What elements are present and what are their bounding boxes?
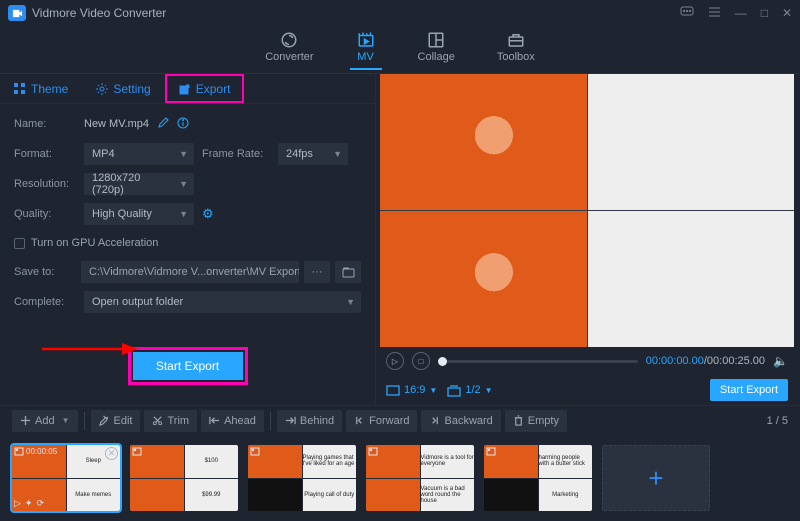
timeline: 00:00:05 ✕ ▷ ✦ ⟳ Sleep Make memes $100 $… xyxy=(0,435,800,521)
chevron-down-icon: ▼ xyxy=(179,149,188,159)
seek-handle[interactable] xyxy=(438,357,447,366)
maximize-button[interactable]: □ xyxy=(761,6,768,21)
nav-collage[interactable]: Collage xyxy=(418,31,455,69)
open-folder-button[interactable] xyxy=(335,261,361,283)
preview-frame-br xyxy=(588,211,795,347)
mini-effects-icon[interactable]: ✦ xyxy=(25,498,33,509)
tab-setting[interactable]: Setting xyxy=(82,74,164,103)
feedback-icon[interactable] xyxy=(680,6,694,21)
tool-empty[interactable]: Empty xyxy=(505,410,567,432)
tool-backward[interactable]: Backward xyxy=(421,410,500,432)
row-resolution: Resolution: 1280x720 (720p)▼ xyxy=(14,172,361,196)
select-framerate[interactable]: 24fps▼ xyxy=(278,143,348,165)
mini-rotate-icon[interactable]: ⟳ xyxy=(36,498,44,509)
tool-edit[interactable]: Edit xyxy=(91,410,141,432)
browse-more-button[interactable]: ··· xyxy=(304,261,330,283)
tab-theme[interactable]: Theme xyxy=(0,74,82,103)
stop-button[interactable]: □ xyxy=(412,352,430,370)
pager: 1 / 5 xyxy=(767,415,788,427)
minimize-button[interactable]: — xyxy=(735,6,747,21)
clip-toolbar: Add ▼ Edit Trim Ahead Behind Forward Bac… xyxy=(0,405,800,435)
row-format: Format: MP4▼ Frame Rate: 24fps▼ xyxy=(14,142,361,166)
tool-forward[interactable]: Forward xyxy=(346,410,417,432)
start-export-button[interactable]: Start Export xyxy=(133,352,243,380)
aspect-ratio-select[interactable]: 16:9 ▼ xyxy=(386,384,437,397)
row-quality: Quality: High Quality▼ ⚙ xyxy=(14,202,361,226)
timeline-item-2[interactable]: $100 $99.99 xyxy=(130,445,238,511)
row-complete: Complete: Open output folder▼ xyxy=(14,290,361,314)
left-tabs: Theme Setting Export xyxy=(0,74,375,104)
name-value: New MV.mp4 xyxy=(84,118,149,130)
tool-ahead[interactable]: Ahead xyxy=(201,410,264,432)
window-buttons: — □ ✕ xyxy=(680,6,792,21)
chevron-down-icon: ▼ xyxy=(346,297,355,307)
start-export-button-right[interactable]: Start Export xyxy=(710,379,788,401)
nav-mv[interactable]: MV xyxy=(356,31,376,69)
timeline-item-5[interactable]: harming people with a butter stick Marke… xyxy=(484,445,592,511)
preview-frame-bl xyxy=(380,211,587,347)
tool-trim[interactable]: Trim xyxy=(144,410,197,432)
chevron-down-icon: ▼ xyxy=(333,149,342,159)
preview-frame-tl xyxy=(380,74,587,210)
red-arrow-annotation xyxy=(40,339,140,359)
app-title: Vidmore Video Converter xyxy=(32,6,166,20)
edit-name-icon[interactable] xyxy=(157,117,169,132)
left-panel: Theme Setting Export Name: New MV.mp4 xyxy=(0,74,376,405)
select-format[interactable]: MP4▼ xyxy=(84,143,194,165)
select-quality[interactable]: High Quality▼ xyxy=(84,203,194,225)
page-select[interactable]: 1/2 ▼ xyxy=(447,384,492,397)
select-complete[interactable]: Open output folder▼ xyxy=(84,291,361,313)
right-panel: ▷ □ 00:00:00.00/00:00:25.00 🔈 16:9 ▼ 1/2… xyxy=(376,74,800,405)
timeline-item-3[interactable]: Playing games that I've liked for an age… xyxy=(248,445,356,511)
tool-behind[interactable]: Behind xyxy=(277,410,342,432)
remove-clip-icon[interactable]: ✕ xyxy=(105,447,118,460)
label-format: Format: xyxy=(14,148,76,160)
tab-export[interactable]: Export xyxy=(165,74,245,103)
chevron-down-icon: ▼ xyxy=(179,209,188,219)
mini-play-icon[interactable]: ▷ xyxy=(14,498,21,509)
nav-converter[interactable]: Converter xyxy=(265,31,313,69)
chevron-down-icon: ▼ xyxy=(429,386,437,395)
label-name: Name: xyxy=(14,118,76,130)
label-complete: Complete: xyxy=(14,296,76,308)
close-button[interactable]: ✕ xyxy=(782,6,792,21)
plus-icon: + xyxy=(648,463,663,494)
label-framerate: Frame Rate: xyxy=(202,148,270,160)
timeline-add-button[interactable]: + xyxy=(602,445,710,511)
video-preview xyxy=(380,74,794,347)
timeline-item-4[interactable]: Vidmore is a tool for everyone Vacuum is… xyxy=(366,445,474,511)
app-logo xyxy=(8,5,26,21)
gpu-checkbox[interactable]: Turn on GPU Acceleration xyxy=(14,232,361,254)
label-resolution: Resolution: xyxy=(14,178,76,190)
checkbox-icon xyxy=(14,238,25,249)
menu-icon[interactable] xyxy=(708,6,721,21)
row-name: Name: New MV.mp4 xyxy=(14,112,361,136)
seek-track[interactable] xyxy=(438,360,638,363)
saveto-path[interactable]: C:\Vidmore\Vidmore V...onverter\MV Expor… xyxy=(81,261,299,283)
chevron-down-icon: ▼ xyxy=(485,386,493,395)
play-button[interactable]: ▷ xyxy=(386,352,404,370)
display-bar: 16:9 ▼ 1/2 ▼ Start Export xyxy=(380,375,794,405)
app-window: Vidmore Video Converter — □ ✕ Converter … xyxy=(0,0,800,521)
nav-toolbox[interactable]: Toolbox xyxy=(497,31,535,69)
quality-settings-icon[interactable]: ⚙ xyxy=(202,206,214,222)
time-display: 00:00:00.00/00:00:25.00 xyxy=(646,355,765,367)
titlebar: Vidmore Video Converter — □ ✕ xyxy=(0,0,800,26)
playbar: ▷ □ 00:00:00.00/00:00:25.00 🔈 xyxy=(380,347,794,375)
volume-icon[interactable]: 🔈 xyxy=(773,354,788,368)
topnav: Converter MV Collage Toolbox xyxy=(0,26,800,74)
chevron-down-icon: ▼ xyxy=(62,416,70,425)
preview-frame-tr xyxy=(588,74,795,210)
select-resolution[interactable]: 1280x720 (720p)▼ xyxy=(84,173,194,195)
tool-add[interactable]: Add ▼ xyxy=(12,410,78,432)
chevron-down-icon: ▼ xyxy=(179,179,188,189)
label-saveto: Save to: xyxy=(14,266,76,278)
row-saveto: Save to: C:\Vidmore\Vidmore V...onverter… xyxy=(14,260,361,284)
timeline-item-1[interactable]: 00:00:05 ✕ ▷ ✦ ⟳ Sleep Make memes xyxy=(12,445,120,511)
timecode: 00:00:05 xyxy=(14,447,57,456)
label-quality: Quality: xyxy=(14,208,76,220)
info-icon[interactable] xyxy=(177,117,189,132)
